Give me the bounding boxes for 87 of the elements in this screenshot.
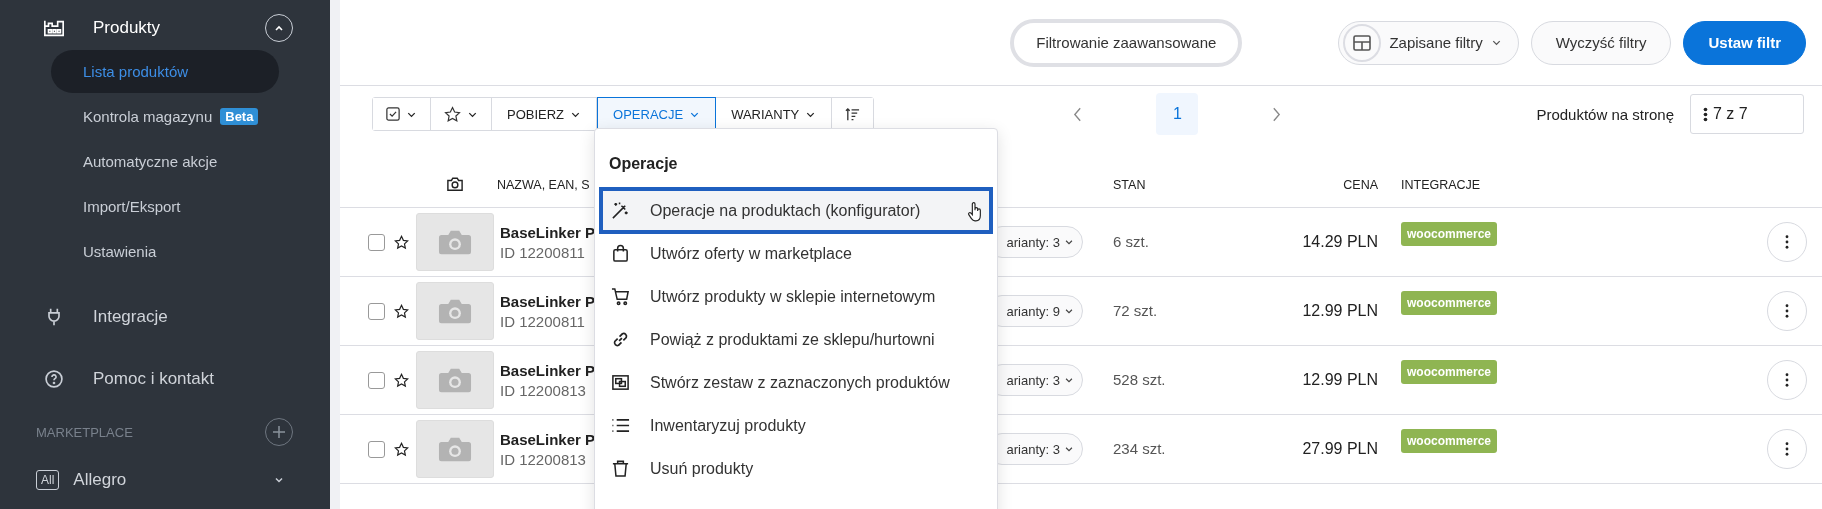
row-checkbox[interactable] — [368, 233, 385, 251]
clear-filters-button[interactable]: Wyczyść filtry — [1530, 20, 1672, 65]
caret-icon — [1064, 444, 1074, 454]
select-menu-button[interactable] — [373, 98, 431, 130]
kebab-icon — [1785, 304, 1789, 318]
star-icon[interactable] — [394, 234, 409, 250]
magic-wand-icon — [611, 201, 630, 220]
price-cell: 12.99 PLN — [1302, 302, 1378, 319]
warehouse-icon — [43, 18, 65, 38]
price-cell: 12.99 PLN — [1302, 371, 1378, 388]
all-tag: All — [36, 470, 60, 490]
product-id: ID 12200813 — [500, 450, 586, 468]
price-cell: 14.29 PLN — [1302, 233, 1378, 250]
page-button[interactable]: 1 — [1156, 93, 1199, 135]
product-id: ID 12200811 — [500, 243, 585, 261]
row-checkbox[interactable] — [368, 371, 385, 389]
star-icon[interactable] — [394, 303, 409, 319]
caret-icon — [1064, 375, 1074, 385]
integration-badge: woocommerce — [1401, 291, 1498, 315]
sidebar-item[interactable]: Ustawienia — [51, 230, 279, 273]
stock-cell: 234 szt. — [1113, 440, 1166, 457]
sidebar-item[interactable]: Kontrola magazynu Beta — [51, 95, 279, 138]
bundle-icon — [611, 373, 630, 392]
dropdown-title: Operacje — [608, 154, 679, 174]
column-header: STAN — [1112, 178, 1147, 192]
column-header: NAZWA, EAN, S — [497, 178, 591, 192]
table-icon — [1353, 34, 1372, 51]
integration-badge: woocommerce — [1401, 429, 1498, 453]
price-cell: 27.99 PLN — [1302, 440, 1378, 457]
help-icon — [43, 369, 65, 389]
kebab-icon — [1785, 442, 1789, 456]
pointer-hand-icon — [967, 201, 983, 223]
product-name[interactable]: BaseLinker P — [500, 223, 596, 241]
sidebar-item-label: Import/Eksport — [83, 198, 181, 215]
product-name[interactable]: BaseLinker P — [500, 292, 596, 310]
sidebar-section[interactable]: Produkty — [93, 18, 161, 38]
column-header: INTEGRACJE — [1400, 178, 1482, 192]
section-heading: MARKETPLACE — [36, 424, 133, 440]
sidebar-item[interactable]: Import/Eksport — [51, 185, 279, 228]
sidebar-item-label: Ustawienia — [83, 243, 157, 260]
sidebar-section[interactable]: Integracje — [93, 307, 168, 327]
sidebar-item[interactable]: Automatyczne akcje — [51, 140, 279, 183]
list-icon — [611, 416, 630, 435]
product-name[interactable]: BaseLinker P — [500, 430, 596, 448]
product-id: ID 12200811 — [500, 312, 585, 330]
kebab-icon — [1785, 373, 1789, 387]
kebab-icon — [1785, 235, 1789, 249]
sidebar-section[interactable]: Allegro — [73, 470, 127, 490]
stock-cell: 528 szt. — [1113, 371, 1166, 388]
sidebar-item-label: Lista produktów — [83, 63, 189, 80]
row-checkbox[interactable] — [368, 440, 385, 458]
sidebar-item-label: Automatyczne akcje — [83, 153, 218, 170]
row-checkbox[interactable] — [368, 302, 385, 320]
shopping-bag-icon — [611, 244, 630, 263]
column-header: CENA — [1342, 178, 1378, 192]
link-icon — [611, 330, 630, 349]
sidebar-section[interactable]: Pomoc i kontakt — [93, 369, 214, 389]
caret-icon — [1064, 237, 1074, 247]
kebab-icon — [1703, 106, 1708, 122]
sidebar-item-label: Kontrola magazynu — [83, 108, 213, 125]
advanced-filter-button[interactable]: Filtrowanie zaawansowane — [1010, 18, 1243, 67]
saved-filters-button[interactable]: Zapisane filtry — [1338, 20, 1519, 65]
apply-filter-button[interactable]: Ustaw filtr — [1683, 20, 1806, 65]
stock-cell: 6 szt. — [1113, 233, 1149, 250]
star-icon[interactable] — [394, 372, 409, 388]
menu-button[interactable]: OPERACJE — [597, 97, 717, 131]
star-icon — [444, 105, 461, 123]
star-icon[interactable] — [394, 441, 409, 457]
camera-icon — [446, 176, 464, 192]
per-page-select[interactable]: 7 z 7 — [1690, 94, 1804, 134]
product-id: ID 12200813 — [500, 381, 586, 399]
per-page-label: Produktów na stronę — [1536, 105, 1674, 123]
previous-page-icon[interactable] — [1073, 106, 1083, 122]
product-name[interactable]: BaseLinker P — [500, 361, 596, 379]
next-page-icon[interactable] — [1272, 106, 1282, 122]
trash-icon — [611, 459, 630, 478]
plus-icon — [272, 425, 286, 439]
integration-badge: woocommerce — [1401, 222, 1498, 246]
stock-cell: 72 szt. — [1113, 302, 1158, 319]
integration-badge: woocommerce — [1401, 360, 1498, 384]
cart-icon — [611, 287, 630, 306]
caret-icon — [1064, 306, 1074, 316]
beta-badge: Beta — [220, 108, 259, 125]
sidebar-item[interactable]: Lista produktów — [51, 50, 279, 93]
dropdown-item[interactable]: Operacje na produktach (konfigurator) — [599, 187, 993, 234]
sort-icon — [845, 106, 861, 122]
checkbox-icon — [386, 107, 400, 121]
